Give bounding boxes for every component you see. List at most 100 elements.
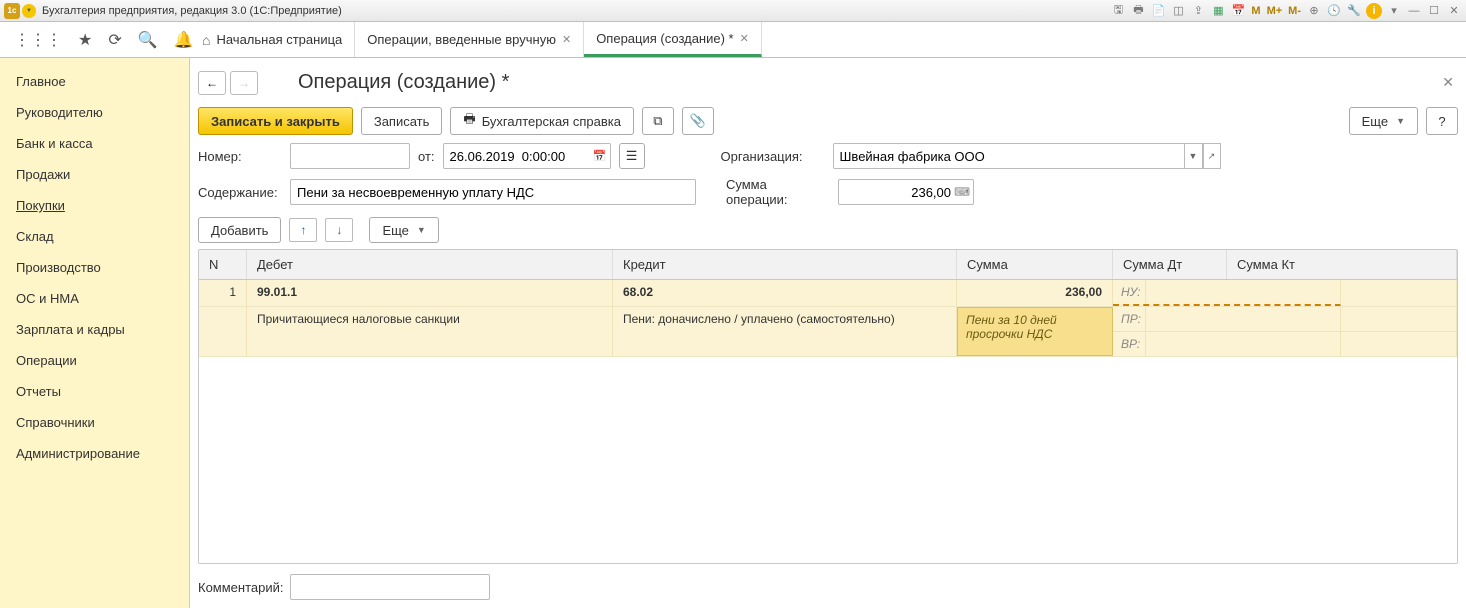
col-sumdt[interactable]: Сумма Дт <box>1113 250 1227 279</box>
col-sum[interactable]: Сумма <box>957 250 1113 279</box>
favorite-icon[interactable]: ★ <box>78 30 92 50</box>
sidebar-item-warehouse[interactable]: Склад <box>0 221 189 252</box>
col-n[interactable]: N <box>199 250 247 279</box>
org-open-icon[interactable]: ↗ <box>1203 143 1221 169</box>
search-icon[interactable]: 🔍 <box>138 30 158 50</box>
page-title: Операция (создание) * <box>298 71 1438 94</box>
maximize-icon[interactable]: ☐ <box>1426 3 1442 19</box>
m-minus-icon[interactable]: M- <box>1287 3 1302 19</box>
tab-operation-create[interactable]: Операция (создание) * ✕ <box>584 22 762 57</box>
zoom-in-icon[interactable]: ⊕ <box>1306 3 1322 19</box>
accounting-report-button[interactable]: 🖶 Бухгалтерская справка <box>450 107 634 135</box>
close-window-icon[interactable]: ✕ <box>1446 3 1462 19</box>
cell-debit-sub[interactable]: Причитающиеся налоговые санкции <box>247 307 613 356</box>
minimize-icon[interactable]: — <box>1406 3 1422 19</box>
nav-back-button[interactable]: ← <box>198 71 226 95</box>
app-icon: 1c <box>4 3 20 19</box>
sidebar-item-assets[interactable]: ОС и НМА <box>0 283 189 314</box>
content-label: Содержание: <box>198 185 282 200</box>
number-label: Номер: <box>198 149 282 164</box>
date-input[interactable] <box>443 143 611 169</box>
app-menu-dropdown[interactable]: ▼ <box>22 4 36 18</box>
calculator-icon[interactable]: ⌨ <box>954 186 970 199</box>
sidebar-item-purchases[interactable]: Покупки <box>0 190 189 221</box>
button-label: Бухгалтерская справка <box>482 114 621 129</box>
add-row-button[interactable]: Добавить <box>198 217 281 243</box>
page-close-button[interactable]: ✕ <box>1438 70 1458 95</box>
cell-sum[interactable]: 236,00 <box>957 280 1113 306</box>
doc-icon[interactable]: 📄 <box>1150 3 1166 19</box>
compare-icon[interactable]: ◫ <box>1170 3 1186 19</box>
save-file-icon[interactable]: 🖫 <box>1110 3 1126 19</box>
cell-debit[interactable]: 99.01.1 <box>247 280 613 306</box>
link-button[interactable]: ⧉ <box>642 107 674 135</box>
sidebar-item-operations[interactable]: Операции <box>0 345 189 376</box>
history-icon[interactable]: ⟳ <box>108 30 121 50</box>
move-up-button[interactable]: ↑ <box>289 218 317 242</box>
sidebar-item-admin[interactable]: Администрирование <box>0 438 189 469</box>
window-title: Бухгалтерия предприятия, редакция 3.0 (1… <box>42 5 1110 17</box>
tab-label: Операция (создание) * <box>596 31 733 46</box>
table-more-button[interactable]: Еще ▼ <box>369 217 438 243</box>
sidebar-item-main[interactable]: Главное <box>0 66 189 97</box>
upload-icon[interactable]: ⇪ <box>1190 3 1206 19</box>
nav-forward-button[interactable]: → <box>230 71 258 95</box>
cell-credit[interactable]: 68.02 <box>613 280 957 306</box>
tab-operations-list[interactable]: Операции, введенные вручную ✕ <box>355 22 584 57</box>
comment-label: Комментарий: <box>198 580 284 595</box>
tab-close-icon[interactable]: ✕ <box>562 33 571 46</box>
info-icon[interactable]: i <box>1366 3 1382 19</box>
move-down-button[interactable]: ↓ <box>325 218 353 242</box>
tool-icon[interactable]: 🔧 <box>1346 3 1362 19</box>
entries-table: N Дебет Кредит Сумма Сумма Дт Сумма Кт 1… <box>198 249 1458 564</box>
col-credit[interactable]: Кредит <box>613 250 957 279</box>
tab-label: Начальная страница <box>216 32 342 47</box>
tab-home[interactable]: ⌂ Начальная страница <box>190 22 355 57</box>
vr-label: ВР: <box>1113 332 1145 356</box>
table-icon[interactable]: ▦ <box>1210 3 1226 19</box>
help-button[interactable]: ? <box>1426 107 1458 135</box>
number-input[interactable] <box>290 143 410 169</box>
print-icon: 🖶 <box>463 110 475 132</box>
org-select[interactable] <box>833 143 1185 169</box>
content-input[interactable] <box>290 179 696 205</box>
cell-credit-sub[interactable]: Пени: доначислено / уплачено (самостояте… <box>613 307 957 356</box>
menu-grid-icon[interactable]: ⋮⋮⋮ <box>14 30 62 50</box>
tab-close-icon[interactable]: ✕ <box>740 32 749 45</box>
chevron-down-icon: ▼ <box>417 225 426 235</box>
clock-icon[interactable]: 🕓 <box>1326 3 1342 19</box>
attach-button[interactable]: 📎 <box>682 107 714 135</box>
print-icon[interactable]: 🖶 <box>1130 3 1146 19</box>
sidebar-item-sales[interactable]: Продажи <box>0 159 189 190</box>
sidebar-item-bank[interactable]: Банк и касса <box>0 128 189 159</box>
col-sumkt[interactable]: Сумма Кт <box>1227 250 1457 279</box>
table-subrow[interactable]: Причитающиеся налоговые санкции Пени: до… <box>199 307 1457 357</box>
cell-n: 1 <box>199 280 247 306</box>
table-header: N Дебет Кредит Сумма Сумма Дт Сумма Кт <box>199 250 1457 280</box>
sum-label: Сумма операции: <box>726 177 830 207</box>
button-label: Еще <box>1362 114 1388 129</box>
comment-input[interactable] <box>290 574 490 600</box>
m-plus-icon[interactable]: M+ <box>1266 3 1284 19</box>
save-button[interactable]: Записать <box>361 107 443 135</box>
save-close-button[interactable]: Записать и закрыть <box>198 107 353 135</box>
cell-sum-sub[interactable]: Пени за 10 дней просрочки НДС <box>957 307 1113 356</box>
col-debit[interactable]: Дебет <box>247 250 613 279</box>
calendar-icon[interactable]: 📅 <box>1230 3 1246 19</box>
m-icon[interactable]: M <box>1250 3 1261 19</box>
sidebar: Главное Руководителю Банк и касса Продаж… <box>0 58 190 608</box>
chevron-down-icon[interactable]: ▾ <box>1386 3 1402 19</box>
sidebar-item-production[interactable]: Производство <box>0 252 189 283</box>
sidebar-item-manager[interactable]: Руководителю <box>0 97 189 128</box>
table-row[interactable]: 1 99.01.1 68.02 236,00 НУ: <box>199 280 1457 307</box>
sidebar-item-reports[interactable]: Отчеты <box>0 376 189 407</box>
calendar-picker-icon[interactable]: 📅 <box>593 150 607 163</box>
tab-bar: ⌂ Начальная страница Операции, введенные… <box>190 22 762 57</box>
titlebar: 1c ▼ Бухгалтерия предприятия, редакция 3… <box>0 0 1466 22</box>
sidebar-item-payroll[interactable]: Зарплата и кадры <box>0 314 189 345</box>
more-button[interactable]: Еще ▼ <box>1349 107 1418 135</box>
sidebar-item-catalogs[interactable]: Справочники <box>0 407 189 438</box>
nu-label: НУ: <box>1113 280 1145 304</box>
date-extra-button[interactable]: ☰ <box>619 143 645 169</box>
org-dropdown-icon[interactable]: ▼ <box>1185 143 1203 169</box>
